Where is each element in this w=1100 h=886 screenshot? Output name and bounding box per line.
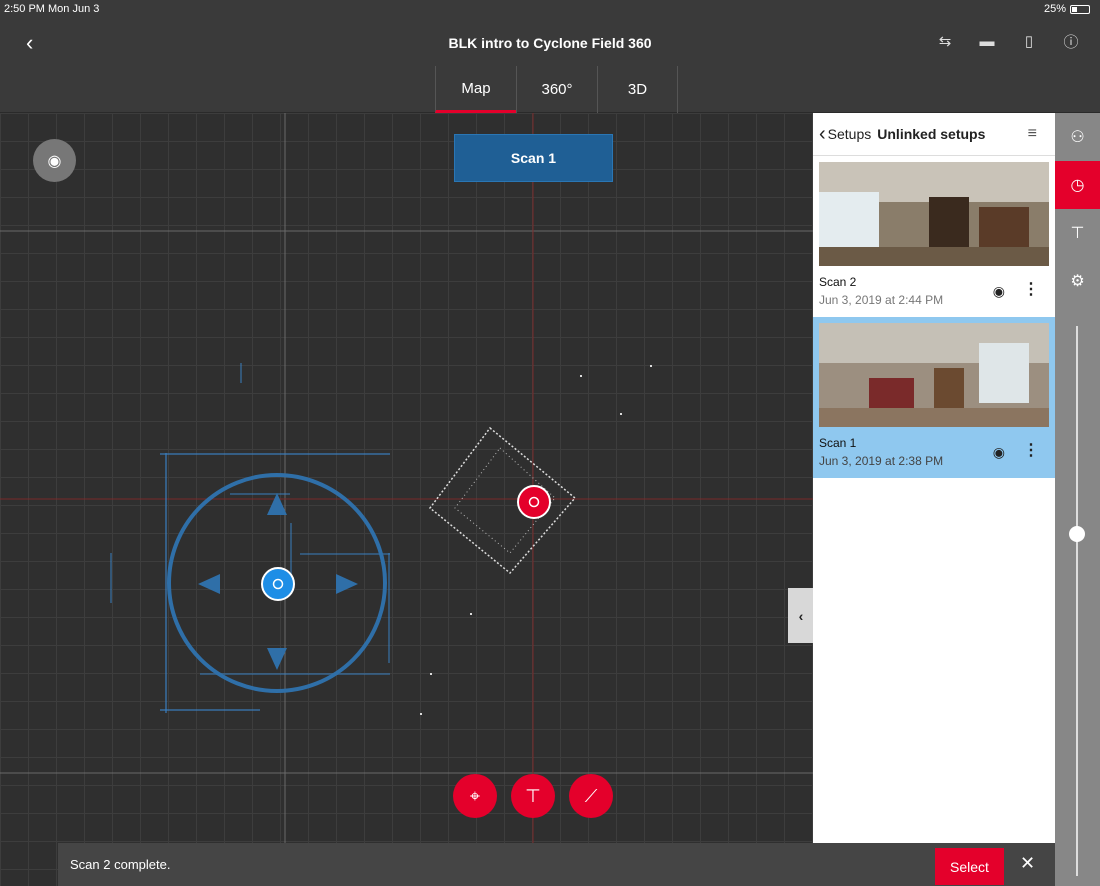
- compass-button[interactable]: ◷: [1055, 161, 1100, 209]
- map-canvas[interactable]: ◉ Scan 1 ⌖ ⊤ ⟋ ‹: [0, 113, 813, 886]
- pin-rail-button[interactable]: ⊤: [1055, 209, 1100, 257]
- visibility-toggle-button[interactable]: ◉: [33, 139, 76, 182]
- layers-icon: ⚇: [1070, 129, 1085, 146]
- point-cloud-scan-2: [110, 363, 390, 713]
- more-options-icon[interactable]: ⋮: [1023, 279, 1039, 299]
- zoom-slider-knob[interactable]: [1069, 526, 1085, 542]
- locate-icon: ⌖: [469, 785, 481, 806]
- measure-button[interactable]: ⟋: [569, 774, 613, 818]
- tab-3d[interactable]: 3D: [597, 66, 678, 113]
- setups-back-link[interactable]: Setups: [828, 126, 872, 142]
- pin-icon: ⊤: [1070, 225, 1085, 242]
- info-icon[interactable]: ⓘ: [1062, 32, 1080, 51]
- more-options-icon[interactable]: ⋮: [1023, 440, 1039, 460]
- measure-icon: ⟋: [584, 785, 598, 806]
- compass-icon: ◷: [1070, 177, 1085, 194]
- setup-item[interactable]: Scan 1 Jun 3, 2019 at 2:38 PM ◉ ⋮: [813, 317, 1055, 478]
- battery-icon: [1070, 4, 1090, 14]
- sort-icon[interactable]: ≡: [1028, 125, 1037, 143]
- layers-button[interactable]: ⚇: [1055, 113, 1100, 161]
- status-bar: 2:50 PM Mon Jun 3 25%: [0, 0, 1100, 20]
- page-title: BLK intro to Cyclone Field 360: [448, 35, 652, 51]
- collapse-panel-button[interactable]: ‹: [788, 588, 813, 643]
- toast-message: Scan 2 complete.: [70, 857, 171, 872]
- panel-header: ‹ Setups Unlinked setups ≡: [813, 113, 1055, 156]
- gear-icon: ⚙: [1070, 273, 1085, 290]
- scan-1-thumbnail: [819, 323, 1049, 427]
- scan-1-position-marker[interactable]: [517, 485, 551, 519]
- tab-map[interactable]: Map: [435, 66, 516, 113]
- setup-name: Scan 1: [819, 436, 857, 450]
- move-right-arrow[interactable]: [336, 574, 358, 594]
- map-tools: ⌖ ⊤ ⟋: [453, 774, 613, 818]
- device-icon[interactable]: ▬: [978, 32, 996, 50]
- point-cloud-scan-1: [420, 365, 652, 715]
- pin-icon: ⊤: [525, 785, 541, 806]
- toast: Scan 2 complete. Select ✕: [58, 843, 1055, 886]
- battery-percent: 25%: [1043, 3, 1066, 15]
- setup-item[interactable]: Scan 2 Jun 3, 2019 at 2:44 PM ◉ ⋮: [813, 156, 1055, 317]
- setups-panel: ‹ Setups Unlinked setups ≡ Scan 2 Jun 3,…: [813, 113, 1055, 886]
- map-overlay: [0, 113, 813, 886]
- chevron-left-icon: ‹: [798, 607, 804, 624]
- panel-title: Unlinked setups: [877, 126, 986, 142]
- toast-select-button[interactable]: Select: [935, 848, 1004, 885]
- move-left-arrow[interactable]: [198, 574, 220, 594]
- title-bar: ‹ BLK intro to Cyclone Field 360 ⇆ ▬ ▯ ⓘ: [0, 20, 1100, 66]
- eye-icon[interactable]: ◉: [993, 444, 1005, 461]
- pin-button[interactable]: ⊤: [511, 774, 555, 818]
- side-rail: ⚇ ◷ ⊤ ⚙: [1055, 113, 1100, 886]
- setup-name: Scan 2: [819, 275, 857, 289]
- locate-button[interactable]: ⌖: [453, 774, 497, 818]
- header-actions: ⇆ ▬ ▯ ⓘ: [936, 32, 1080, 51]
- scan-2-thumbnail: [819, 162, 1049, 266]
- eye-icon[interactable]: ◉: [993, 283, 1005, 300]
- scan-label: Scan 1: [454, 134, 613, 182]
- sync-icon[interactable]: ⇆: [936, 32, 954, 50]
- close-icon[interactable]: ✕: [1020, 853, 1035, 874]
- eye-icon: ◉: [47, 152, 62, 170]
- setup-date: Jun 3, 2019 at 2:38 PM: [819, 454, 944, 468]
- status-indicators: 25%: [1044, 3, 1090, 15]
- move-up-arrow[interactable]: [267, 493, 287, 515]
- settings-button[interactable]: ⚙: [1055, 257, 1100, 305]
- setup-date: Jun 3, 2019 at 2:44 PM: [819, 293, 944, 307]
- chevron-left-icon[interactable]: ‹: [819, 123, 826, 146]
- status-time: 2:50 PM Mon Jun 3: [4, 3, 100, 15]
- scan-2-position-marker[interactable]: [261, 567, 295, 601]
- view-tabs-bar: Map 360° 3D: [0, 66, 1100, 113]
- move-down-arrow[interactable]: [267, 648, 287, 670]
- tab-360[interactable]: 360°: [516, 66, 597, 113]
- usb-icon[interactable]: ▯: [1020, 32, 1038, 50]
- zoom-slider-track[interactable]: [1076, 326, 1078, 876]
